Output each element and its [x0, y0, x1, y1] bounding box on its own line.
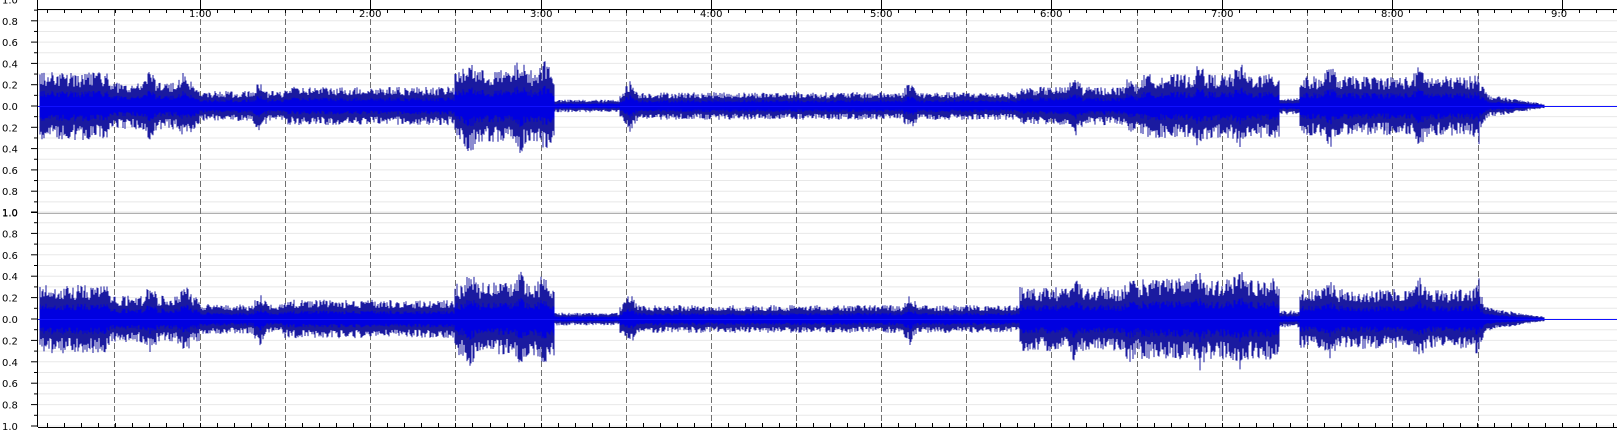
amplitude-label: 0.4 — [2, 272, 18, 283]
amplitude-label: 1.0 — [2, 0, 18, 7]
amplitude-label: 0.6 — [2, 38, 18, 49]
amplitude-label: 0.0 — [2, 102, 18, 113]
amplitude-label: 0.8 — [2, 401, 18, 412]
time-label: 1:00 — [189, 9, 211, 20]
amplitude-label: 0.6 — [2, 251, 18, 262]
waveform-editor[interactable]: 1.0 0.8 0.6 0.4 0.2 0.0 0.2 0.4 0.6 0.8 1.0 1.0 0.8 0… — [0, 0, 1617, 438]
amplitude-label: 0.8 — [2, 229, 18, 240]
amplitude-label: 0.2 — [2, 294, 18, 305]
time-label: 2:00 — [359, 9, 381, 20]
amplitude-label: 1.0 — [2, 422, 18, 433]
amplitude-label: 0.4 — [2, 358, 18, 369]
amplitude-label: 0.8 — [2, 187, 18, 198]
amplitude-label: 0.2 — [2, 81, 18, 92]
amplitude-label: 0.8 — [2, 17, 18, 28]
time-label: 3:00 — [530, 9, 552, 20]
time-label: 5:00 — [870, 9, 892, 20]
time-label: 8:00 — [1381, 9, 1403, 20]
amplitude-label: 0.6 — [2, 379, 18, 390]
grid-layer — [0, 9, 1617, 427]
time-label: 7:00 — [1211, 9, 1233, 20]
amplitude-label: 0.6 — [2, 166, 18, 177]
amplitude-axis: 1.0 0.8 0.6 0.4 0.2 0.0 0.2 0.4 0.6 0.8 1.0 1.0 0.8 0… — [0, 0, 38, 438]
amplitude-label: 1.0 — [2, 208, 18, 219]
waveform-canvas[interactable]: 1.0 0.8 0.6 0.4 0.2 0.0 0.2 0.4 0.6 0.8 1.0 1.0 0.8 0… — [0, 0, 1617, 438]
amplitude-label: 0.0 — [2, 315, 18, 326]
time-label: 6:00 — [1040, 9, 1062, 20]
amplitude-label: 0.2 — [2, 336, 18, 347]
waveform-layer — [38, 61, 1617, 371]
time-label: 4:00 — [700, 9, 722, 20]
amplitude-label: 0.4 — [2, 59, 18, 70]
amplitude-label: 0.4 — [2, 145, 18, 156]
time-label: 9:0 — [1551, 9, 1567, 20]
amplitude-label: 0.2 — [2, 123, 18, 134]
